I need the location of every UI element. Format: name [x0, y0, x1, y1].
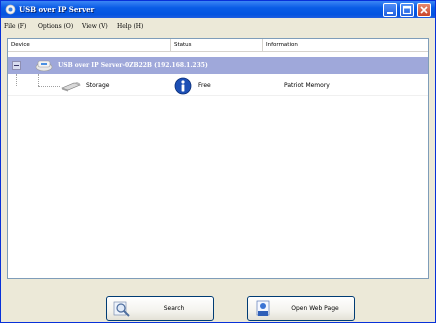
usb-storage-icon — [61, 82, 81, 92]
close-button[interactable] — [417, 3, 431, 17]
search-button[interactable]: Search — [106, 296, 214, 321]
device-row[interactable]: Storage Free Patriot Memory — [8, 76, 428, 96]
device-name: Storage — [86, 82, 110, 89]
action-panel: Search Open Web Page — [7, 282, 429, 322]
search-button-label: Search — [163, 305, 185, 312]
device-information: Patriot Memory — [284, 82, 330, 89]
menu-options[interactable]: Options (O) — [38, 22, 73, 32]
collapse-toggle-icon[interactable] — [12, 61, 21, 70]
app-window: USB over IP Server File (F) Options (O) … — [0, 0, 436, 323]
usb-server-icon — [35, 60, 53, 72]
usb-server-app-icon — [5, 4, 16, 15]
open-web-page-button[interactable]: Open Web Page — [247, 296, 355, 321]
column-information[interactable]: Information — [263, 39, 428, 51]
list-header: Device Status Information — [8, 39, 428, 52]
minimize-icon — [387, 12, 393, 14]
server-row[interactable]: USB over IP Server-0ZB22B (192.168.1.235… — [8, 57, 428, 74]
magnifier-search-icon — [113, 301, 130, 317]
menu-help[interactable]: Help (H) — [117, 22, 143, 32]
menu-bar: File (F) Options (O) View (V) Help (H) — [1, 19, 435, 34]
info-icon — [174, 77, 192, 95]
maximize-button[interactable] — [400, 3, 414, 17]
menu-view[interactable]: View (V) — [82, 22, 108, 32]
web-page-icon — [256, 300, 270, 316]
column-status[interactable]: Status — [171, 39, 263, 51]
maximize-icon — [402, 5, 412, 15]
column-device[interactable]: Device — [8, 39, 171, 51]
server-label: USB over IP Server-0ZB22B (192.168.1.235… — [58, 62, 208, 69]
close-icon — [420, 6, 428, 14]
title-bar[interactable]: USB over IP Server — [1, 1, 435, 18]
open-web-page-button-label: Open Web Page — [291, 305, 339, 312]
menu-file[interactable]: File (F) — [4, 22, 26, 32]
device-status: Free — [198, 82, 211, 89]
minimize-button[interactable] — [383, 3, 397, 17]
device-list[interactable]: Device Status Information USB over IP Se… — [7, 38, 429, 279]
window-title: USB over IP Server — [19, 5, 95, 14]
